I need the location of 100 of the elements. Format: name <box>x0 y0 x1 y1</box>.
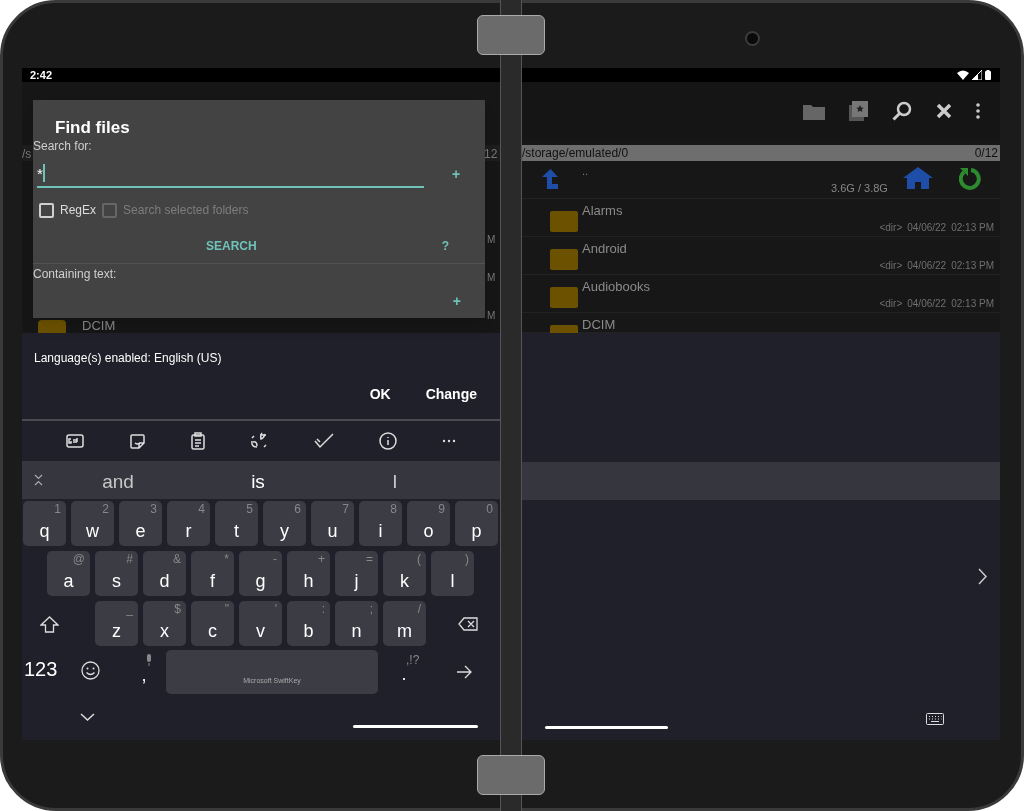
file-date: 04/06/22 <box>907 297 947 311</box>
file-time: 02:13 PM <box>951 259 994 273</box>
keyboard-key[interactable]: $ x <box>143 601 186 646</box>
collapse-icon[interactable] <box>34 474 43 486</box>
keyboard-key[interactable]: 6 y <box>263 501 306 546</box>
keyboard-key[interactable]: # s <box>95 551 138 596</box>
file-row[interactable]: Android <dir> 04/06/22 02:13 PM <box>522 237 1000 275</box>
close-icon[interactable] <box>936 103 952 119</box>
clipboard-icon[interactable] <box>190 432 205 450</box>
file-row[interactable]: Audiobooks <dir> 04/06/22 02:13 PM <box>522 275 1000 313</box>
keyboard-key[interactable]: 3 e <box>119 501 162 546</box>
file-type: <dir> <box>879 221 903 235</box>
status-time: 2:42 <box>30 69 53 81</box>
chevron-down-icon[interactable] <box>80 713 95 721</box>
keyboard-key[interactable]: ) l <box>431 551 474 596</box>
comma-key[interactable]: , <box>134 666 154 684</box>
count-text: 0/12 <box>974 147 998 159</box>
keyboard-key[interactable]: 5 t <box>215 501 258 546</box>
keyboard-key[interactable]: " c <box>191 601 234 646</box>
folder-name: Alarms <box>582 202 623 220</box>
keyboard-key[interactable]: _ z <box>95 601 138 646</box>
more-icon[interactable] <box>441 439 456 443</box>
parent-folder-name: .. <box>582 164 589 179</box>
hinge-cap <box>477 15 545 55</box>
count-text: 12 <box>484 146 498 163</box>
keyboard-key[interactable]: ; n <box>335 601 378 646</box>
keyboard-key[interactable]: 4 r <box>167 501 210 546</box>
folder-icon <box>550 211 578 232</box>
field-label: Containing text: <box>33 266 118 280</box>
keyboard-icon[interactable] <box>926 713 944 725</box>
period-key[interactable]: . <box>398 665 410 683</box>
suggestion[interactable]: and <box>96 468 140 497</box>
bookmark-folder-icon[interactable] <box>849 101 868 121</box>
backspace-icon[interactable] <box>458 617 478 631</box>
folder-icon <box>550 249 578 270</box>
shift-icon[interactable] <box>40 616 59 633</box>
emoji-icon[interactable] <box>81 661 100 680</box>
more-icon[interactable] <box>976 103 980 119</box>
time-text: M <box>487 233 496 247</box>
keyboard-key[interactable]: 1 q <box>23 501 66 546</box>
dialog-button[interactable]: OK <box>369 384 391 405</box>
keyboard-key[interactable]: 9 o <box>407 501 450 546</box>
refresh-icon[interactable] <box>959 165 983 191</box>
dialog-title: Find files <box>54 117 131 136</box>
time-text: M <box>487 309 496 323</box>
wifi-icon <box>957 70 969 80</box>
parent-folder-row[interactable]: .. 3.6G / 3.8G <box>522 161 1000 199</box>
keyboard-key[interactable]: + h <box>287 551 330 596</box>
folder-icon[interactable] <box>803 102 825 120</box>
help-button[interactable]: ? <box>441 236 449 255</box>
keyboard-key[interactable]: ( k <box>383 551 426 596</box>
keyboard-key[interactable]: : b <box>287 601 330 646</box>
keyboard-key[interactable]: 0 p <box>455 501 498 546</box>
keyboard-key[interactable]: * f <box>191 551 234 596</box>
keyboard-key[interactable]: 7 u <box>311 501 354 546</box>
file-time: 02:13 PM <box>951 221 994 235</box>
keyboard-key[interactable]: = j <box>335 551 378 596</box>
keyboard-key[interactable]: & d <box>143 551 186 596</box>
text-cursor <box>42 164 45 182</box>
info-icon[interactable] <box>378 432 397 450</box>
dialog-button[interactable]: Change <box>425 384 477 405</box>
keyboard-key[interactable]: - g <box>239 551 282 596</box>
suggestion[interactable]: is <box>236 468 280 497</box>
key-hint: ,!? <box>406 654 420 666</box>
search-icon[interactable] <box>892 101 912 121</box>
file-row[interactable]: Alarms <dir> 04/06/22 02:13 PM <box>522 199 1000 237</box>
sticker-icon[interactable] <box>129 432 147 450</box>
time-text: M <box>487 271 496 285</box>
file-time: 02:13 PM <box>951 297 994 311</box>
number-key[interactable]: 123 <box>24 659 58 679</box>
file-type: <dir> <box>879 259 903 273</box>
suggestion[interactable]: I <box>373 468 417 497</box>
gif-icon[interactable] <box>66 434 85 448</box>
keyboard-key[interactable]: 2 w <box>71 501 114 546</box>
search-button[interactable]: SEARCH <box>206 236 257 255</box>
signal-icon <box>972 70 982 80</box>
path-text: /s <box>22 146 32 163</box>
add-button[interactable]: + <box>452 294 461 308</box>
keyboard-key[interactable]: ' v <box>239 601 282 646</box>
checkbox-label: RegEx <box>60 202 97 219</box>
folder-icon <box>550 287 578 308</box>
folder-name: Audiobooks <box>582 278 650 296</box>
file-type: <dir> <box>879 297 903 311</box>
folder-name: DCIM <box>582 316 616 334</box>
arrow-right-icon[interactable] <box>456 665 472 679</box>
folder-name: DCIM <box>82 317 116 335</box>
folder-name: Android <box>582 240 627 258</box>
keyboard-key[interactable]: 8 i <box>359 501 402 546</box>
add-button[interactable]: + <box>452 163 461 185</box>
keyboard-key[interactable]: @ a <box>47 551 90 596</box>
search-field[interactable]: * <box>37 160 424 188</box>
keyboard-key[interactable]: / m <box>383 601 426 646</box>
checkbox-label: Search selected folders <box>123 202 249 219</box>
field-label: Search for: <box>33 138 93 152</box>
chevron-right-icon[interactable] <box>978 568 987 585</box>
storage-text: 3.6G / 3.8G <box>831 181 888 196</box>
file-date: 04/06/22 <box>907 221 947 235</box>
file-date: 04/06/22 <box>907 259 947 273</box>
check-icon[interactable] <box>314 433 335 449</box>
microphone-icon <box>145 654 153 666</box>
